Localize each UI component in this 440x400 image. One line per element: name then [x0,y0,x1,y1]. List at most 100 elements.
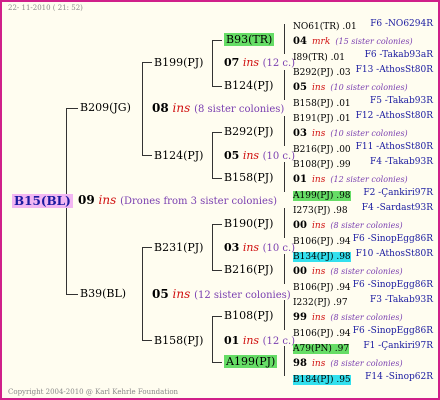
gen2-ins: ins [172,287,191,301]
gen3-info: 01 ins (12 c.) [224,334,295,349]
gen5-id: A79(PN) .97 [293,343,350,354]
connector [212,178,222,179]
connector [212,224,222,225]
connector [212,40,222,41]
gen4-node: B108(PJ) [224,309,274,322]
gen5-origin: F6 -Takab93aR [364,49,433,60]
gen2-info: 05 ins (12 sister colonies) [152,287,291,303]
gen3-info: 05 ins (10 c.) [224,149,295,164]
connector [66,108,78,109]
gen5-origin: F6 -SinopEgg86R [352,233,433,244]
gen4-node: B158(PJ) [224,171,274,184]
connector [284,346,285,376]
connector [284,70,285,100]
gen3-node: B231(PJ) [154,241,204,254]
gen5-origin: F10 -AthosSt80R [355,248,433,259]
gen5-id: I232(PJ) .97 [293,297,348,308]
gen4-node: B93(TR) [224,33,275,47]
gen5-id: B106(PJ) .94 [293,328,351,339]
gen5-id: A199(PJ) .98 [293,190,351,201]
gen5-id: B158(PJ) .01 [293,98,351,109]
gen5-num: 98 [293,358,307,370]
connector [212,362,222,363]
connector [142,247,143,340]
gen5-ins: ins [312,267,326,278]
timestamp: 22- 11-2010 ( 21: 52) [8,4,83,12]
gen5-note: (10 sister colonies) [330,129,408,139]
gen5-origin: F4 -Sardast93R [361,202,433,213]
gen5-row: B184(PJ) .95 F14 -Sinop62R [293,370,433,387]
gen2-num: 05 [152,287,169,301]
gen3-note: (12 c.) [262,58,296,69]
gen5-num: 03 [293,128,307,140]
gen5-note: (8 sister colonies) [330,359,403,369]
gen4-node: A199(PJ) [224,355,278,369]
connector [142,247,152,248]
gen3-info: 07 ins (12 c.) [224,56,295,71]
gen3-node: B199(PJ) [154,56,204,69]
gen3-note: (10 c.) [262,151,296,162]
gen5-id: B108(PJ) .99 [293,159,351,170]
gen5-note: (8 sister colonies) [330,221,403,231]
gen5-num: 01 [293,174,307,186]
gen3-node: B158(PJ) [154,334,204,347]
gen3-ins: ins [242,334,260,347]
gen5-id: I89(TR) .01 [293,52,345,63]
gen3-num: 01 [224,334,240,347]
gen5-id: B216(PJ) .00 [293,144,351,155]
footer-copyright: Copyright 2004-2010 @ Karl Kehrle Founda… [8,388,179,396]
connector [212,224,213,270]
gen5-id: B184(PJ) .95 [293,374,351,385]
connector [212,270,222,271]
gen5-origin: F1 -Çankiri97R [363,340,433,351]
gen5-num: 05 [293,82,307,94]
gen3-ins: ins [242,56,260,69]
connector [212,40,213,86]
connector [212,132,213,178]
gen5-origin: F11 -AthosSt80R [355,141,433,152]
connector [212,86,222,87]
connector [284,162,285,192]
gen3-num: 05 [224,149,240,162]
gen5-origin: F6 -SinopEgg86R [352,279,433,290]
gen5-note: (8 sister colonies) [330,267,403,277]
gen5-note: (8 sister colonies) [330,313,403,323]
gen3-ins: ins [242,149,260,162]
gen5-ins: ins [312,313,326,324]
gen5-origin: F14 -Sinop62R [365,371,433,382]
gen5-origin: F3 -Takab93R [369,294,433,305]
connector [142,155,152,156]
gen4-id: B93(TR) [224,33,275,46]
gen3-note: (10 c.) [262,243,296,254]
gen5-id: B106(PJ) .94 [293,236,351,247]
gen5-origin: F13 -AthosSt80R [355,64,433,75]
gen4-node: B292(PJ) [224,125,274,138]
root-info: 09 ins (Drones from 3 sister colonies) [78,193,277,209]
connector [284,24,285,54]
gen3-info: 03 ins (10 c.) [224,241,295,256]
connector [284,208,285,238]
gen5-note: (12 sister colonies) [330,175,408,185]
gen3-ins: ins [242,241,260,254]
gen5-id: B292(PJ) .03 [293,67,351,78]
gen5-origin: F4 -Takab93R [369,156,433,167]
gen4-node: B216(PJ) [224,263,274,276]
root-num: 09 [78,193,95,207]
gen5-origin: F5 -Takab93R [369,95,433,106]
gen4-id: A199(PJ) [224,355,278,368]
gen5-ins: ins [312,83,326,94]
gen5-ins: ins [312,221,326,232]
gen5-id: B134(PJ) .98 [293,251,351,262]
gen5-ins: ins [312,129,326,140]
connector [284,300,285,330]
root-node: B15(BL) [12,193,73,208]
gen5-note: (10 sister colonies) [330,83,408,93]
root-ins: ins [98,193,117,207]
connector [142,340,152,341]
gen2-num: 08 [152,101,169,115]
gen5-origin: F2 -Çankiri97R [363,187,433,198]
gen4-node: B124(PJ) [224,79,274,92]
gen2-note: (12 sister colonies) [194,290,291,301]
root-id: B15(BL) [12,194,73,208]
connector [212,132,222,133]
